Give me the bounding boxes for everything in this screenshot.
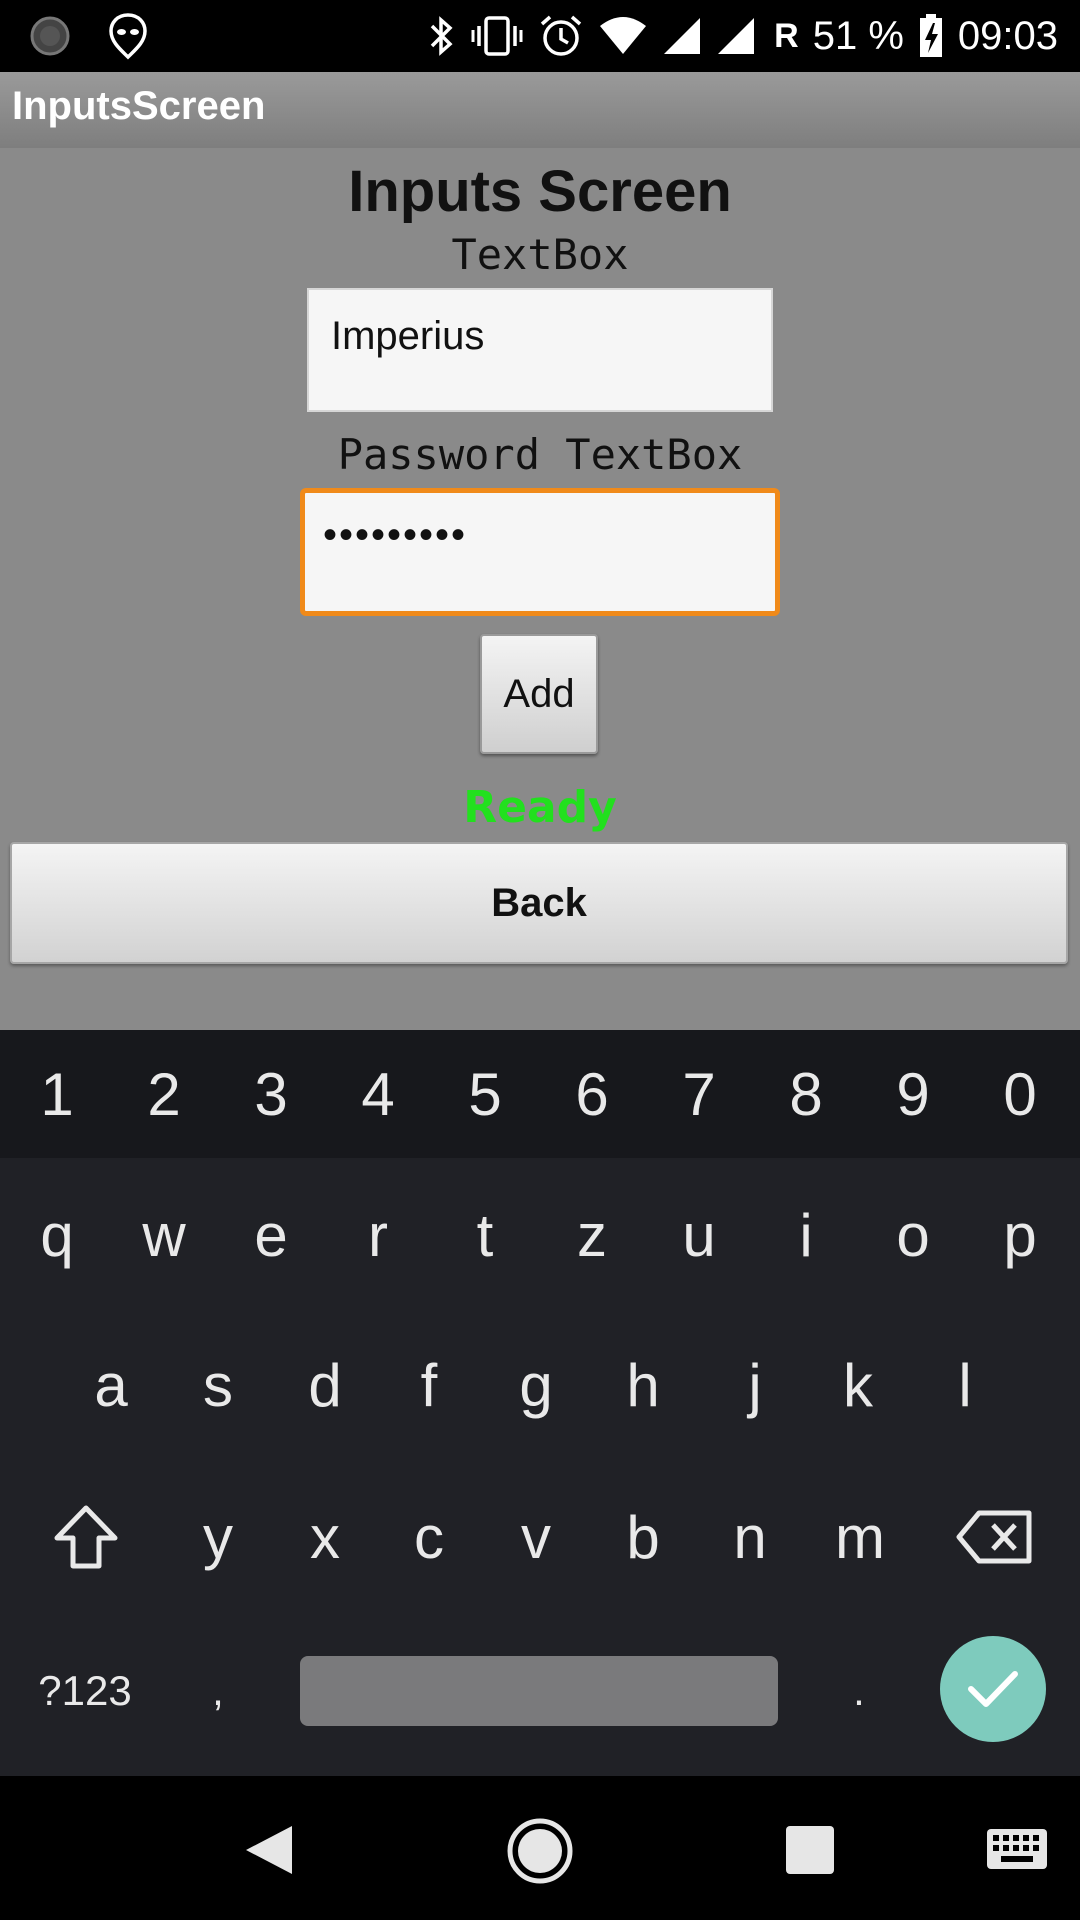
signal-icon <box>662 16 702 56</box>
key-n[interactable]: n <box>707 1472 793 1602</box>
status-bar: R 51 % 09:03 <box>0 0 1080 72</box>
key-m[interactable]: m <box>812 1472 908 1602</box>
key-u[interactable]: u <box>656 1170 742 1300</box>
checkmark-icon <box>968 1671 1018 1707</box>
signal-icon <box>716 16 756 56</box>
key-1[interactable]: 1 <box>14 1030 100 1158</box>
textbox-label: TextBox <box>451 230 629 279</box>
recents-icon[interactable] <box>784 1824 836 1880</box>
signal-roaming-label: R <box>774 16 799 55</box>
back-icon[interactable] <box>240 1822 296 1882</box>
key-6[interactable]: 6 <box>549 1030 635 1158</box>
key-t[interactable]: t <box>442 1170 528 1300</box>
bluetooth-icon <box>428 14 456 58</box>
alien-notification-icon <box>108 12 148 60</box>
key-e[interactable]: e <box>228 1170 314 1300</box>
keyboard-row-1: q w e r t z u i o p <box>0 1170 1080 1300</box>
keyboard-icon[interactable] <box>986 1828 1048 1874</box>
key-l[interactable]: l <box>922 1320 1008 1450</box>
app-title-bar: InputsScreen <box>0 72 1080 148</box>
symbols-key[interactable]: ?123 <box>20 1626 150 1756</box>
period-key[interactable]: . <box>816 1626 902 1756</box>
key-y[interactable]: y <box>175 1472 261 1602</box>
key-c[interactable]: c <box>386 1472 472 1602</box>
key-7[interactable]: 7 <box>656 1030 742 1158</box>
key-w[interactable]: w <box>121 1170 207 1300</box>
key-0[interactable]: 0 <box>977 1030 1063 1158</box>
add-button[interactable]: Add <box>480 634 598 754</box>
password-label: Password TextBox <box>337 430 743 479</box>
key-z[interactable]: z <box>549 1170 635 1300</box>
app-title: InputsScreen <box>12 84 266 128</box>
home-icon[interactable] <box>505 1816 575 1890</box>
number-row: 1 2 3 4 5 6 7 8 9 0 <box>0 1030 1080 1158</box>
password-input[interactable]: ••••••••• <box>300 488 780 616</box>
soft-keyboard: 1 2 3 4 5 6 7 8 9 0 q w e r t z u i o p … <box>0 1030 1080 1776</box>
key-q[interactable]: q <box>14 1170 100 1300</box>
shift-key[interactable] <box>30 1472 142 1602</box>
enter-key[interactable] <box>940 1636 1046 1742</box>
back-button[interactable]: Back <box>10 842 1068 964</box>
key-9[interactable]: 9 <box>870 1030 956 1158</box>
text-input[interactable]: Imperius <box>307 288 773 412</box>
wifi-icon <box>598 16 648 56</box>
navigation-bar <box>0 1776 1080 1920</box>
key-r[interactable]: r <box>335 1170 421 1300</box>
key-p[interactable]: p <box>977 1170 1063 1300</box>
backspace-icon <box>956 1510 1032 1564</box>
status-label: Ready <box>463 782 617 833</box>
key-5[interactable]: 5 <box>442 1030 528 1158</box>
key-g[interactable]: g <box>493 1320 579 1450</box>
alarm-icon <box>538 13 584 59</box>
space-bar[interactable] <box>300 1656 778 1726</box>
key-k[interactable]: k <box>815 1320 901 1450</box>
key-d[interactable]: d <box>282 1320 368 1450</box>
key-x[interactable]: x <box>282 1472 368 1602</box>
key-v[interactable]: v <box>493 1472 579 1602</box>
loading-icon <box>28 14 72 58</box>
battery-charging-icon <box>918 13 944 59</box>
screen-content: Inputs Screen TextBox Imperius Password … <box>0 148 1080 1030</box>
battery-percent: 51 % <box>812 13 904 58</box>
key-o[interactable]: o <box>870 1170 956 1300</box>
key-j[interactable]: j <box>712 1320 798 1450</box>
backspace-key[interactable] <box>940 1472 1050 1602</box>
key-f[interactable]: f <box>386 1320 472 1450</box>
clock: 09:03 <box>957 13 1058 58</box>
key-i[interactable]: i <box>763 1170 849 1300</box>
key-a[interactable]: a <box>68 1320 154 1450</box>
keyboard-row-2: a s d f g h j k l <box>0 1320 1080 1450</box>
key-2[interactable]: 2 <box>121 1030 207 1158</box>
keyboard-row-3: y x c v b n m <box>0 1472 1080 1602</box>
key-4[interactable]: 4 <box>335 1030 421 1158</box>
key-8[interactable]: 8 <box>763 1030 849 1158</box>
key-h[interactable]: h <box>600 1320 686 1450</box>
key-b[interactable]: b <box>600 1472 686 1602</box>
page-title: Inputs Screen <box>348 159 732 224</box>
key-s[interactable]: s <box>175 1320 261 1450</box>
comma-key[interactable]: , <box>175 1626 261 1756</box>
vibrate-icon <box>470 14 524 58</box>
shift-icon <box>54 1505 118 1569</box>
key-3[interactable]: 3 <box>228 1030 314 1158</box>
